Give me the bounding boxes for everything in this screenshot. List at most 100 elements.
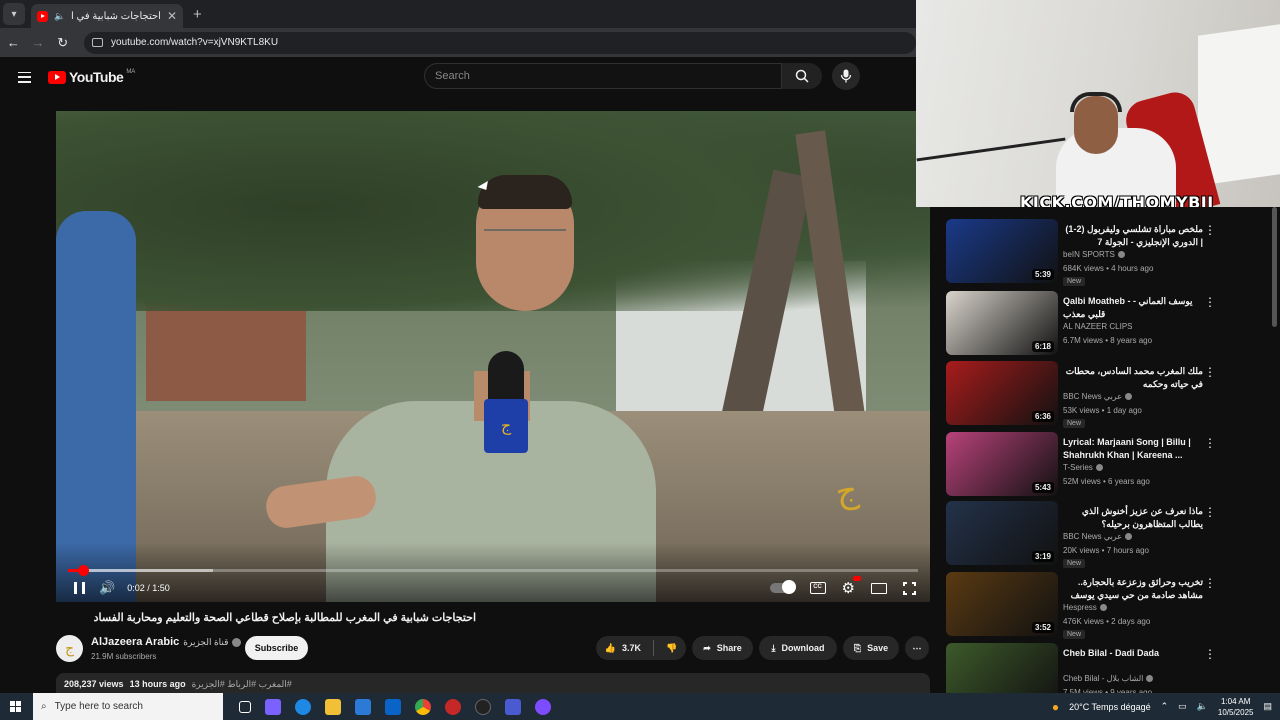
description-box[interactable]: 208,237 views 13 hours ago #المغرب #الرب… xyxy=(56,673,930,695)
recommended-video-title[interactable]: ماذا نعرف عن عزيز أخنوش الذي يطالب المتظ… xyxy=(1063,505,1203,531)
fullscreen-icon[interactable] xyxy=(903,581,916,595)
hashtags[interactable]: #المغرب #الرباط #الجزيرة xyxy=(192,679,292,689)
recommended-video-title[interactable]: تخريب وحرائق وزعزعة بالحجارة.. مشاهد صاد… xyxy=(1063,576,1203,602)
recommended-video[interactable]: 3:52 تخريب وحرائق وزعزعة بالحجارة.. مشاهد… xyxy=(946,572,1276,639)
channel-name-row[interactable]: AlJazeera Arabic قناة الجزيرة xyxy=(91,636,242,648)
store-icon[interactable] xyxy=(355,698,371,715)
tab-audio-icon[interactable]: 🔈 xyxy=(54,11,65,22)
volume-icon[interactable]: 🔊 xyxy=(99,580,115,596)
download-icon: ⤓ xyxy=(771,642,776,653)
address-bar[interactable]: youtube.com/watch?v=xjVN9KTL8KU xyxy=(84,31,916,54)
network-icon[interactable]: ▭ xyxy=(1178,701,1187,712)
save-button[interactable]: ⎘ Save xyxy=(843,636,899,660)
video-player[interactable]: ج ج 🔊 0:02 / 1:50 CC ⚙ xyxy=(56,111,930,602)
video-thumbnail[interactable]: 3:52 xyxy=(946,572,1058,636)
video-thumbnail[interactable]: 6:18 xyxy=(946,291,1058,355)
recommended-video-title[interactable]: Cheb Bilal - Dadi Dada xyxy=(1063,647,1203,660)
edge-icon[interactable] xyxy=(295,698,311,715)
windows-start-icon[interactable] xyxy=(10,701,21,712)
video-thumbnail[interactable]: 5:39 xyxy=(946,219,1058,283)
theater-mode-icon[interactable] xyxy=(871,582,887,594)
recommended-channel-row[interactable]: Cheb Bilal - الشاب بلال xyxy=(1063,674,1154,683)
video-thumbnail[interactable]: 6:36 xyxy=(946,361,1058,425)
search-input[interactable]: Search xyxy=(424,63,782,89)
video-thumbnail[interactable] xyxy=(946,643,1058,693)
verified-icon xyxy=(1099,604,1107,611)
autoplay-toggle[interactable] xyxy=(769,580,796,594)
weather-text[interactable]: 20°C Temps dégagé xyxy=(1069,702,1151,712)
chrome-icon[interactable] xyxy=(415,698,431,715)
subscribe-button[interactable]: Subscribe xyxy=(245,636,308,660)
more-options-icon[interactable]: ⋮ xyxy=(1204,436,1216,450)
more-options-icon[interactable]: ⋮ xyxy=(1204,295,1216,309)
recommended-video-title[interactable]: ملك المغرب محمد السادس، محطات في حياته و… xyxy=(1063,365,1203,391)
recommended-channel-row[interactable]: BBC News عربي xyxy=(1063,392,1132,401)
youtube-logo[interactable]: YouTube MA xyxy=(48,69,135,85)
menu-icon[interactable] xyxy=(18,71,31,83)
verified-icon xyxy=(1146,675,1154,682)
verified-icon xyxy=(1125,533,1132,540)
new-tab-button[interactable]: + xyxy=(193,6,202,23)
voice-search-button[interactable] xyxy=(832,62,860,90)
recommended-video-title[interactable]: ملخص مباراة تشلسي وليفربول (2-1) | الدور… xyxy=(1063,223,1203,249)
recommended-channel-row[interactable]: T-Series xyxy=(1063,463,1103,472)
file-explorer-icon[interactable] xyxy=(325,698,341,715)
dislike-icon[interactable]: 👎 xyxy=(666,643,677,654)
recommended-video[interactable]: 5:43 Lyrical: Marjaani Song | Billu | Sha… xyxy=(946,432,1276,498)
close-tab-icon[interactable]: ✕ xyxy=(167,9,177,23)
recommended-video[interactable]: Cheb Bilal - Dadi Dada Cheb Bilal - الشاب… xyxy=(946,643,1276,693)
channel-name[interactable]: AlJazeera Arabic xyxy=(91,636,179,648)
share-button[interactable]: ➦ Share xyxy=(692,636,753,660)
recommended-meta: 20K views • 7 hours ago xyxy=(1063,546,1149,555)
recommended-channel-row[interactable]: BBC News عربي xyxy=(1063,532,1132,541)
copilot-icon[interactable] xyxy=(265,698,281,715)
more-options-icon[interactable]: ⋮ xyxy=(1204,576,1216,590)
recommended-video-title[interactable]: Lyrical: Marjaani Song | Billu | Shahruk… xyxy=(1063,436,1203,462)
obs-icon[interactable] xyxy=(475,698,491,715)
volume-icon[interactable]: 🔈 xyxy=(1197,701,1208,712)
search-button[interactable] xyxy=(782,63,822,89)
notifications-icon[interactable]: ▤ xyxy=(1263,701,1272,712)
like-count[interactable]: 3.7K xyxy=(622,643,641,653)
hd-badge xyxy=(853,576,861,581)
more-options-icon[interactable]: ⋮ xyxy=(1204,223,1216,237)
taskbar-search-input[interactable]: ⌕ Type here to search xyxy=(33,693,223,720)
recommended-channel-row[interactable]: AL NAZEER CLIPS xyxy=(1063,322,1133,331)
more-options-icon[interactable]: ⋮ xyxy=(1204,505,1216,519)
progress-bar[interactable] xyxy=(68,565,918,576)
download-button[interactable]: ⤓ Download xyxy=(759,636,837,660)
recommended-video[interactable]: 6:36 ملك المغرب محمد السادس، محطات في حيا… xyxy=(946,361,1276,428)
recommended-channel-row[interactable]: beIN SPORTS xyxy=(1063,250,1125,259)
recommended-channel-row[interactable]: Hespress xyxy=(1063,603,1107,612)
recommended-video[interactable]: 6:18 Qalbi Moatheb - يوسف العماني - قلبي … xyxy=(946,291,1276,357)
video-thumbnail[interactable]: 3:19 xyxy=(946,501,1058,565)
channel-avatar[interactable]: ج xyxy=(56,635,83,662)
browser-tab[interactable]: 🔈 احتجاجات شبابية في المغرب ✕ xyxy=(31,4,183,28)
like-icon[interactable]: 👍 xyxy=(605,643,616,654)
outlook-icon[interactable] xyxy=(385,698,401,715)
back-button[interactable]: ← xyxy=(2,35,25,50)
recommended-video[interactable]: 5:39 ملخص مباراة تشلسي وليفربول (2-1) | ا… xyxy=(946,219,1276,286)
bookmark-icon: ⎘ xyxy=(853,642,862,653)
app-icon[interactable] xyxy=(445,698,461,715)
chevron-up-icon[interactable]: ⌃ xyxy=(1161,701,1169,712)
subtitles-icon[interactable]: CC xyxy=(809,582,826,594)
more-actions-icon[interactable]: ⋯ xyxy=(905,636,929,660)
site-info-icon[interactable] xyxy=(92,38,104,47)
pause-button[interactable] xyxy=(74,582,85,594)
reload-button[interactable]: ↻ xyxy=(51,35,74,51)
weather-icon[interactable]: ● xyxy=(1052,700,1059,714)
settings-gear-icon[interactable]: ⚙ xyxy=(842,576,861,597)
forward-button[interactable]: → xyxy=(27,35,50,50)
app-icon[interactable] xyxy=(505,698,521,715)
recommended-channel: Hespress xyxy=(1063,603,1097,612)
video-thumbnail[interactable]: 5:43 xyxy=(946,432,1058,496)
more-options-icon[interactable]: ⋮ xyxy=(1204,365,1216,379)
clock[interactable]: 1:04 AM 10/5/2025 xyxy=(1218,696,1254,718)
tab-search-button[interactable]: ▾ xyxy=(3,3,25,25)
task-view-icon[interactable] xyxy=(239,700,251,713)
recommended-video-title[interactable]: Qalbi Moatheb - يوسف العماني - قلبي معذب xyxy=(1063,295,1203,321)
discord-icon[interactable] xyxy=(535,698,551,715)
more-options-icon[interactable]: ⋮ xyxy=(1204,647,1216,661)
recommended-video[interactable]: 3:19 ماذا نعرف عن عزيز أخنوش الذي يطالب ا… xyxy=(946,501,1276,568)
